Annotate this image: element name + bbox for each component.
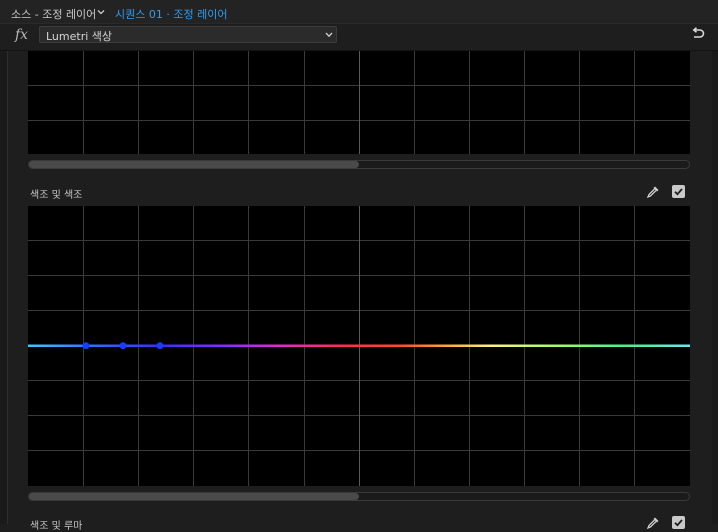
curve-control-point[interactable]	[156, 342, 164, 350]
section-label: 색조 및 색조	[30, 190, 83, 201]
reset-icon[interactable]	[690, 26, 706, 42]
curve-control-point[interactable]	[82, 342, 90, 350]
eyedropper-icon[interactable]	[645, 184, 661, 200]
chevron-down-icon[interactable]	[96, 7, 106, 17]
effect-dropdown-value: Lumetri 색상	[46, 30, 113, 43]
fx-icon: fx	[15, 27, 29, 43]
curve-grid	[28, 51, 690, 154]
scrollbar[interactable]	[28, 160, 690, 169]
chevron-down-icon[interactable]	[324, 30, 334, 40]
divider	[7, 51, 8, 524]
hue-vs-hue-curve[interactable]	[28, 206, 690, 486]
eyedropper-icon[interactable]	[645, 515, 661, 531]
tab-sequence[interactable]: 시퀀스 01 · 조정 레이어	[115, 6, 227, 22]
right-gutter	[712, 51, 718, 524]
checkbox-icon	[674, 519, 683, 527]
panel-header	[0, 0, 718, 24]
tab-source[interactable]: 소스 - 조정 레이어	[11, 6, 96, 22]
curve-panel-top[interactable]	[28, 51, 690, 154]
enable-checkbox[interactable]	[672, 185, 685, 198]
checkbox-icon	[674, 188, 683, 196]
scrollbar-thumb[interactable]	[29, 493, 359, 500]
left-gutter	[0, 51, 7, 524]
hue-curve-line[interactable]	[28, 344, 690, 348]
scrollbar-thumb[interactable]	[29, 161, 359, 168]
curve-grid	[28, 206, 690, 486]
curve-control-point[interactable]	[119, 342, 127, 350]
enable-checkbox[interactable]	[672, 516, 685, 529]
section-label: 색조 및 루마	[30, 521, 83, 532]
scrollbar[interactable]	[28, 492, 690, 501]
